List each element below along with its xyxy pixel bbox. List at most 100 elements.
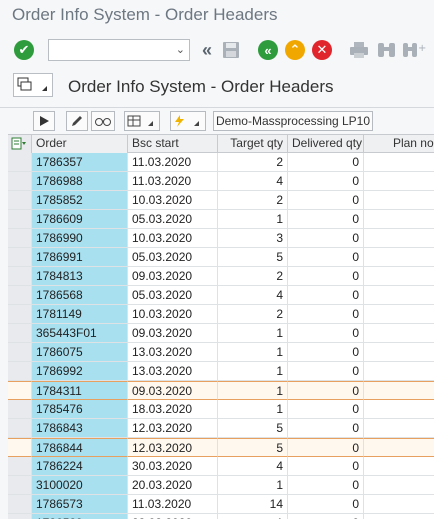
target-qty-cell[interactable]: 4: [218, 286, 288, 305]
cancel-button[interactable]: ✕: [312, 40, 332, 60]
delivered-qty-cell[interactable]: 0: [288, 419, 364, 438]
target-qty-cell[interactable]: 1: [218, 343, 288, 362]
row-selector[interactable]: [8, 495, 32, 514]
target-qty-cell[interactable]: 2: [218, 305, 288, 324]
target-qty-cell[interactable]: 14: [218, 495, 288, 514]
table-row[interactable]: 1786573 11.03.2020 14 0: [8, 495, 434, 514]
plan-no-cell[interactable]: [364, 381, 434, 400]
row-selector[interactable]: [8, 191, 32, 210]
row-selector[interactable]: [8, 153, 32, 172]
delivered-qty-cell[interactable]: 0: [288, 286, 364, 305]
execute-button[interactable]: [33, 111, 55, 131]
row-selector[interactable]: [8, 267, 32, 286]
order-cell[interactable]: 1786988: [32, 172, 128, 191]
delivered-qty-cell[interactable]: 0: [288, 343, 364, 362]
row-selector[interactable]: [8, 362, 32, 381]
order-cell[interactable]: 3100020: [32, 476, 128, 495]
target-qty-cell[interactable]: 5: [218, 438, 288, 457]
table-row[interactable]: 3100020 20.03.2020 1 0: [8, 476, 434, 495]
table-row[interactable]: 1784813 09.03.2020 2 0: [8, 267, 434, 286]
bsc-start-cell[interactable]: 09.03.2020: [128, 381, 218, 400]
order-cell[interactable]: 1784813: [32, 267, 128, 286]
delivered-qty-cell[interactable]: 0: [288, 153, 364, 172]
table-row[interactable]: 1781149 10.03.2020 2 0: [8, 305, 434, 324]
order-cell[interactable]: 1786568: [32, 286, 128, 305]
bsc-start-cell[interactable]: 11.03.2020: [128, 153, 218, 172]
bsc-start-cell[interactable]: 18.03.2020: [128, 400, 218, 419]
bsc-start-cell[interactable]: 05.03.2020: [128, 286, 218, 305]
delivered-qty-cell[interactable]: 0: [288, 457, 364, 476]
bsc-start-cell[interactable]: 11.03.2020: [128, 495, 218, 514]
order-cell[interactable]: 1786529: [32, 514, 128, 519]
plan-no-cell[interactable]: [364, 305, 434, 324]
row-selector[interactable]: [8, 172, 32, 191]
delivered-qty-cell[interactable]: 0: [288, 476, 364, 495]
double-chevron-left-icon[interactable]: «: [197, 40, 217, 60]
delivered-qty-cell[interactable]: 0: [288, 210, 364, 229]
row-selector[interactable]: [8, 438, 32, 457]
bsc-start-cell[interactable]: 13.03.2020: [128, 362, 218, 381]
order-cell[interactable]: 1786609: [32, 210, 128, 229]
order-cell[interactable]: 1786224: [32, 457, 128, 476]
command-field[interactable]: ⌄: [48, 39, 190, 61]
delivered-qty-cell[interactable]: 0: [288, 381, 364, 400]
target-qty-cell[interactable]: 2: [218, 153, 288, 172]
row-selector[interactable]: [8, 476, 32, 495]
delivered-qty-cell[interactable]: 0: [288, 324, 364, 343]
target-qty-cell[interactable]: 4: [218, 457, 288, 476]
target-qty-cell[interactable]: 1: [218, 381, 288, 400]
table-row[interactable]: 1785476 18.03.2020 1 0: [8, 400, 434, 419]
save-button[interactable]: [221, 41, 241, 59]
row-selector[interactable]: [8, 457, 32, 476]
table-row[interactable]: 1786988 11.03.2020 4 0: [8, 172, 434, 191]
find-button[interactable]: [376, 41, 398, 59]
target-qty-cell[interactable]: 1: [218, 514, 288, 519]
bsc-start-cell[interactable]: 09.03.2020: [128, 267, 218, 286]
table-row[interactable]: 1786075 13.03.2020 1 0: [8, 343, 434, 362]
order-cell[interactable]: 1786357: [32, 153, 128, 172]
target-qty-cell[interactable]: 1: [218, 362, 288, 381]
row-selector[interactable]: [8, 210, 32, 229]
target-qty-cell[interactable]: 5: [218, 419, 288, 438]
delivered-qty-cell[interactable]: 0: [288, 362, 364, 381]
plan-no-cell[interactable]: [364, 324, 434, 343]
order-cell[interactable]: 1786990: [32, 229, 128, 248]
row-selector[interactable]: [8, 400, 32, 419]
target-qty-cell[interactable]: 1: [218, 210, 288, 229]
edit-button[interactable]: [66, 111, 88, 131]
layout-select-button[interactable]: [124, 111, 160, 131]
col-plan-no[interactable]: Plan no.: [364, 135, 434, 153]
order-cell[interactable]: 1784311: [32, 381, 128, 400]
plan-no-cell[interactable]: [364, 438, 434, 457]
delivered-qty-cell[interactable]: 0: [288, 229, 364, 248]
order-cell[interactable]: 1785852: [32, 191, 128, 210]
delivered-qty-cell[interactable]: 0: [288, 514, 364, 519]
bsc-start-cell[interactable]: 05.03.2020: [128, 248, 218, 267]
delivered-qty-cell[interactable]: 0: [288, 172, 364, 191]
bsc-start-cell[interactable]: 23.03.2020: [128, 514, 218, 519]
table-row[interactable]: 178652923.03.202010: [8, 514, 434, 519]
col-delivered-qty[interactable]: Delivered qty: [288, 135, 364, 153]
target-qty-cell[interactable]: 1: [218, 476, 288, 495]
target-qty-cell[interactable]: 5: [218, 248, 288, 267]
order-cell[interactable]: 1786844: [32, 438, 128, 457]
print-button[interactable]: [349, 41, 369, 59]
bsc-start-cell[interactable]: 10.03.2020: [128, 191, 218, 210]
row-selector[interactable]: [8, 305, 32, 324]
plan-no-cell[interactable]: [364, 229, 434, 248]
table-row[interactable]: 1786844 12.03.2020 5 0: [8, 438, 434, 457]
display-button[interactable]: [91, 111, 115, 131]
order-cell[interactable]: 1786992: [32, 362, 128, 381]
layout-menu-button[interactable]: [13, 73, 53, 97]
row-selector[interactable]: [8, 229, 32, 248]
order-cell[interactable]: 1785476: [32, 400, 128, 419]
plan-no-cell[interactable]: [364, 514, 434, 519]
bsc-start-cell[interactable]: 05.03.2020: [128, 210, 218, 229]
target-qty-cell[interactable]: 1: [218, 324, 288, 343]
delivered-qty-cell[interactable]: 0: [288, 191, 364, 210]
plan-no-cell[interactable]: [364, 248, 434, 267]
table-row[interactable]: 1786609 05.03.2020 1 0: [8, 210, 434, 229]
bsc-start-cell[interactable]: 10.03.2020: [128, 229, 218, 248]
target-qty-cell[interactable]: 2: [218, 267, 288, 286]
delivered-qty-cell[interactable]: 0: [288, 400, 364, 419]
